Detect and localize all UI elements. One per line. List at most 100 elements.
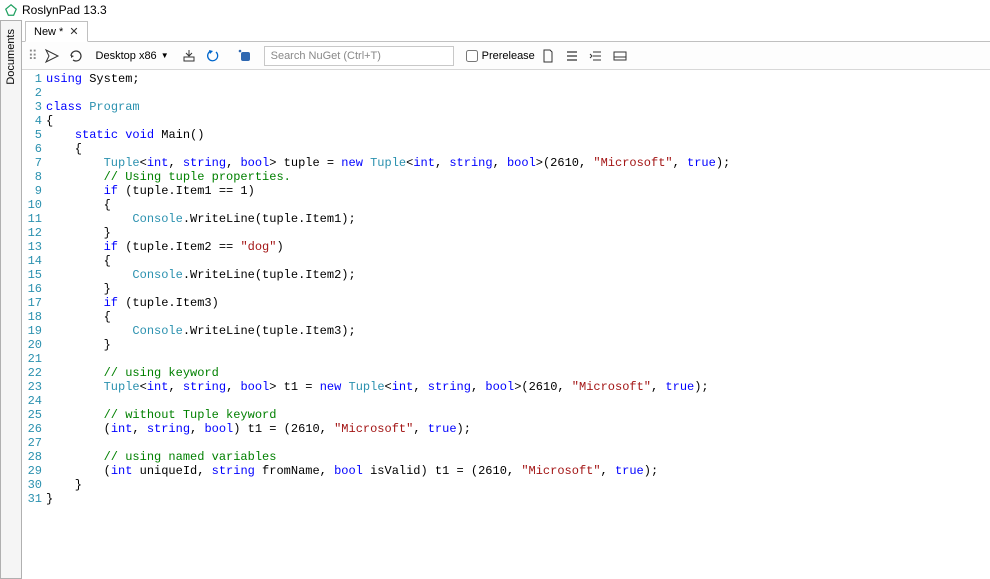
chevron-down-icon: ▼ bbox=[161, 51, 169, 60]
prerelease-label: Prerelease bbox=[482, 50, 535, 62]
code-line[interactable]: (int uniqueId, string fromName, bool isV… bbox=[46, 464, 990, 478]
panel-icon bbox=[612, 48, 628, 64]
code-line[interactable]: Console.WriteLine(tuple.Item2); bbox=[46, 268, 990, 282]
code-line[interactable]: using System; bbox=[46, 72, 990, 86]
search-placeholder: Search NuGet (Ctrl+T) bbox=[271, 50, 381, 62]
code-line[interactable] bbox=[46, 394, 990, 408]
format-button[interactable] bbox=[561, 45, 583, 67]
nuget-icon bbox=[237, 48, 253, 64]
code-line[interactable]: // using keyword bbox=[46, 366, 990, 380]
code-line[interactable] bbox=[46, 352, 990, 366]
code-line[interactable]: } bbox=[46, 226, 990, 240]
undo-icon bbox=[205, 48, 221, 64]
line-number: 21 bbox=[22, 352, 42, 366]
line-number: 30 bbox=[22, 478, 42, 492]
line-number: 23 bbox=[22, 380, 42, 394]
code-line[interactable]: } bbox=[46, 492, 990, 506]
titlebar: RoslynPad 13.3 bbox=[0, 0, 990, 20]
code-line[interactable]: { bbox=[46, 310, 990, 324]
line-number: 9 bbox=[22, 184, 42, 198]
line-number: 17 bbox=[22, 296, 42, 310]
line-number: 15 bbox=[22, 268, 42, 282]
code-line[interactable]: // Using tuple properties. bbox=[46, 170, 990, 184]
line-number: 12 bbox=[22, 226, 42, 240]
line-number: 10 bbox=[22, 198, 42, 212]
code-line[interactable]: // using named variables bbox=[46, 450, 990, 464]
code-line[interactable] bbox=[46, 86, 990, 100]
toolbar: ⠿ Desktop x86 ▼ Search NuGet (Ctr bbox=[22, 42, 990, 70]
refresh-icon bbox=[68, 48, 84, 64]
close-icon[interactable]: ✕ bbox=[69, 25, 78, 38]
tab-label: New * bbox=[34, 26, 63, 38]
line-gutter: 1234567891011121314151617181920212223242… bbox=[22, 72, 46, 579]
code-line[interactable]: // without Tuple keyword bbox=[46, 408, 990, 422]
code-line[interactable] bbox=[46, 436, 990, 450]
code-line[interactable]: { bbox=[46, 198, 990, 212]
code-editor[interactable]: 1234567891011121314151617181920212223242… bbox=[22, 70, 990, 579]
restart-button[interactable] bbox=[65, 45, 87, 67]
grip-icon: ⠿ bbox=[28, 48, 39, 64]
download-box-icon bbox=[181, 48, 197, 64]
line-number: 25 bbox=[22, 408, 42, 422]
code-line[interactable]: } bbox=[46, 282, 990, 296]
platform-label: Desktop x86 bbox=[96, 50, 157, 62]
line-number: 26 bbox=[22, 422, 42, 436]
list-icon bbox=[564, 48, 580, 64]
code-area[interactable]: using System; class Program{ static void… bbox=[46, 72, 990, 579]
run-button[interactable] bbox=[41, 45, 63, 67]
line-number: 14 bbox=[22, 254, 42, 268]
code-line[interactable]: { bbox=[46, 254, 990, 268]
code-line[interactable]: if (tuple.Item2 == "dog") bbox=[46, 240, 990, 254]
prerelease-input[interactable] bbox=[466, 50, 478, 62]
code-line[interactable]: Tuple<int, string, bool> t1 = new Tuple<… bbox=[46, 380, 990, 394]
line-number: 2 bbox=[22, 86, 42, 100]
undo-button[interactable] bbox=[202, 45, 224, 67]
line-number: 7 bbox=[22, 156, 42, 170]
line-number: 20 bbox=[22, 338, 42, 352]
code-line[interactable]: static void Main() bbox=[46, 128, 990, 142]
comment-button[interactable] bbox=[585, 45, 607, 67]
line-number: 24 bbox=[22, 394, 42, 408]
send-icon bbox=[44, 48, 60, 64]
line-number: 19 bbox=[22, 324, 42, 338]
line-number: 6 bbox=[22, 142, 42, 156]
code-line[interactable]: Tuple<int, string, bool> tuple = new Tup… bbox=[46, 156, 990, 170]
line-number: 4 bbox=[22, 114, 42, 128]
line-number: 31 bbox=[22, 492, 42, 506]
line-number: 3 bbox=[22, 100, 42, 114]
line-number: 1 bbox=[22, 72, 42, 86]
platform-dropdown[interactable]: Desktop x86 ▼ bbox=[89, 46, 176, 66]
documents-label: Documents bbox=[5, 25, 17, 89]
document-icon bbox=[540, 48, 556, 64]
code-line[interactable]: } bbox=[46, 338, 990, 352]
line-number: 18 bbox=[22, 310, 42, 324]
new-doc-button[interactable] bbox=[537, 45, 559, 67]
line-number: 13 bbox=[22, 240, 42, 254]
line-number: 5 bbox=[22, 128, 42, 142]
line-number: 22 bbox=[22, 366, 42, 380]
build-button[interactable] bbox=[178, 45, 200, 67]
code-line[interactable]: Console.WriteLine(tuple.Item3); bbox=[46, 324, 990, 338]
output-button[interactable] bbox=[609, 45, 631, 67]
code-line[interactable]: { bbox=[46, 114, 990, 128]
code-line[interactable]: if (tuple.Item3) bbox=[46, 296, 990, 310]
code-line[interactable]: if (tuple.Item1 == 1) bbox=[46, 184, 990, 198]
tabbar: New * ✕ bbox=[22, 20, 990, 42]
prerelease-checkbox[interactable]: Prerelease bbox=[466, 50, 535, 62]
line-number: 27 bbox=[22, 436, 42, 450]
nuget-button[interactable] bbox=[234, 45, 256, 67]
code-line[interactable]: class Program bbox=[46, 100, 990, 114]
line-number: 8 bbox=[22, 170, 42, 184]
code-line[interactable]: } bbox=[46, 478, 990, 492]
code-line[interactable]: { bbox=[46, 142, 990, 156]
search-input[interactable]: Search NuGet (Ctrl+T) bbox=[264, 46, 454, 66]
tab-new[interactable]: New * ✕ bbox=[25, 21, 88, 42]
app-title: RoslynPad 13.3 bbox=[22, 3, 107, 17]
line-number: 11 bbox=[22, 212, 42, 226]
line-number: 29 bbox=[22, 464, 42, 478]
code-line[interactable]: Console.WriteLine(tuple.Item1); bbox=[46, 212, 990, 226]
line-number: 16 bbox=[22, 282, 42, 296]
code-line[interactable]: (int, string, bool) t1 = (2610, "Microso… bbox=[46, 422, 990, 436]
documents-pane[interactable]: Documents bbox=[0, 20, 22, 579]
line-number: 28 bbox=[22, 450, 42, 464]
